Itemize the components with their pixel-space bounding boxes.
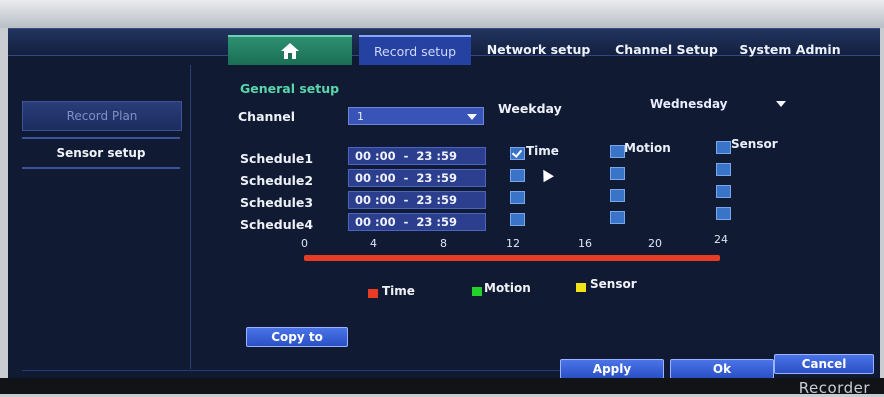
motion-checkbox[interactable]: [610, 167, 625, 180]
timeline-tick: 16: [578, 237, 592, 250]
weekday-label: Weekday: [498, 101, 562, 116]
time-checkbox[interactable]: [510, 169, 525, 182]
motion-checkbox[interactable]: [610, 145, 625, 158]
schedule-label: Schedule4: [240, 217, 314, 232]
sensor-checkbox[interactable]: [716, 207, 731, 220]
channel-label: Channel: [238, 109, 296, 124]
motion-checkbox[interactable]: [610, 211, 625, 224]
tab-record-setup[interactable]: Record setup: [359, 35, 471, 65]
time-checkbox[interactable]: [510, 191, 525, 204]
sensor-checkbox[interactable]: [716, 141, 731, 154]
chevron-down-icon: [467, 114, 477, 120]
tab-channel-setup[interactable]: Channel Setup: [608, 35, 725, 63]
legend-swatch-motion: [472, 287, 482, 296]
schedule-time-input[interactable]: 00 :00 - 23 :59: [348, 147, 486, 165]
home-icon: [280, 42, 300, 60]
timeline-tick: 8: [440, 237, 447, 250]
sensor-checkbox[interactable]: [716, 163, 731, 176]
timeline-tick: 20: [648, 237, 662, 250]
ok-button[interactable]: Ok: [670, 359, 774, 379]
legend-label-time: Time: [382, 284, 415, 298]
schedule-time-input[interactable]: 00 :00 - 23 :59: [348, 191, 486, 209]
timeline-tick: 4: [370, 237, 377, 250]
footer-divider: [22, 370, 562, 371]
timeline-bar: [304, 255, 720, 261]
apply-button[interactable]: Apply: [560, 359, 664, 379]
schedule-time-input[interactable]: 00 :00 - 23 :59: [348, 213, 486, 231]
section-title: General setup: [240, 81, 340, 96]
timeline-tick: 24: [714, 233, 728, 246]
monitor-bezel-top: [0, 0, 884, 28]
timeline-tick: 12: [506, 237, 520, 250]
sidebar-item-sensor-setup[interactable]: Sensor setup: [22, 137, 180, 169]
time-checkbox[interactable]: [510, 213, 525, 226]
motion-checkbox[interactable]: [610, 189, 625, 202]
monitor-bezel-bottom: [0, 378, 884, 394]
schedule-label: Schedule2: [240, 173, 314, 188]
weekday-value: Wednesday: [650, 97, 728, 111]
sidebar-item-record-plan[interactable]: Record Plan: [22, 101, 182, 131]
weekday-select[interactable]: Wednesday: [642, 95, 792, 113]
copy-to-button[interactable]: Copy to: [246, 327, 348, 347]
cancel-button[interactable]: Cancel: [774, 354, 874, 374]
legend-label-sensor: Sensor: [590, 277, 637, 291]
time-checkbox[interactable]: [510, 147, 525, 160]
sidebar-divider: [190, 65, 191, 369]
legend-swatch-time: [368, 289, 378, 298]
legend-swatch-sensor: [576, 283, 586, 292]
chevron-down-icon: [776, 101, 786, 107]
channel-value: 1: [357, 109, 364, 123]
sensor-checkbox-label: Sensor: [731, 137, 778, 151]
legend-label-motion: Motion: [484, 281, 531, 295]
motion-checkbox-label: Motion: [624, 141, 671, 155]
channel-select[interactable]: 1: [348, 107, 484, 125]
schedule-time-input[interactable]: 00 :00 - 23 :59: [348, 169, 486, 187]
schedule-label: Schedule1: [240, 151, 314, 166]
tab-network-setup[interactable]: Network setup: [477, 35, 600, 63]
timeline-tick: 0: [301, 237, 308, 250]
tab-system-admin[interactable]: System Admin: [730, 35, 850, 63]
brand-text: Recorder: [798, 379, 870, 397]
mouse-cursor-icon: [538, 166, 554, 183]
schedule-label: Schedule3: [240, 195, 314, 210]
dvr-screen: Record setup Network setup Channel Setup…: [8, 28, 880, 381]
time-checkbox-label: Time: [526, 144, 559, 158]
tab-home[interactable]: [228, 35, 352, 65]
sensor-checkbox[interactable]: [716, 185, 731, 198]
